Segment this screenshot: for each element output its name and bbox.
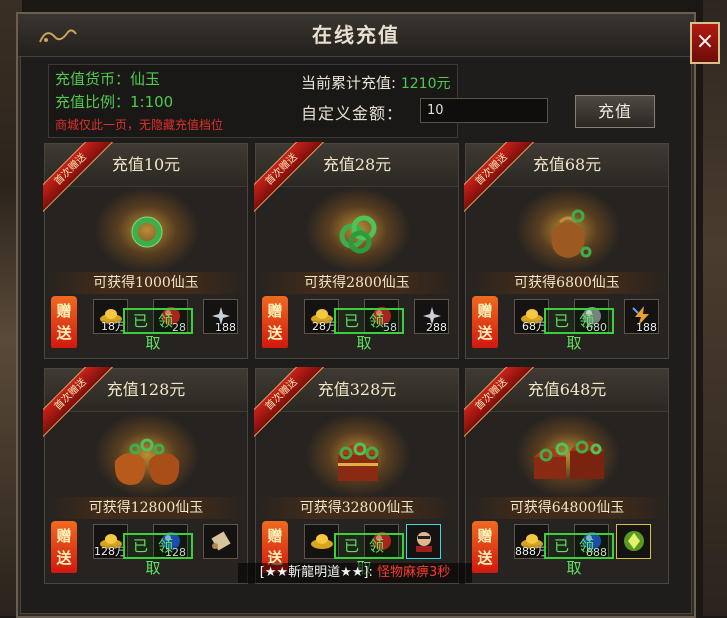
- gift-badge: 赠送: [51, 521, 77, 573]
- card-header: 充值328元: [256, 369, 458, 412]
- total-recharge-value: 1210元: [400, 76, 451, 92]
- scroll-icon: [209, 530, 233, 552]
- card-gain-text: 可获得2800仙玉: [256, 272, 458, 294]
- notice-prefix: [★★斬龍明道★★]:: [259, 565, 373, 580]
- card-gain-text: 可获得64800仙玉: [466, 497, 668, 519]
- reward-slot-scroll[interactable]: [203, 524, 238, 559]
- title-bar[interactable]: 在线充值: [18, 14, 694, 57]
- jade-bags-icon: [105, 415, 189, 495]
- currency-text: 充值货币：仙玉: [55, 70, 161, 88]
- claimed-stamp: 已领取: [544, 533, 614, 577]
- custom-amount-input[interactable]: [420, 98, 548, 123]
- gift-badge: 赠送: [472, 521, 498, 573]
- card-title: 充值68元: [532, 155, 602, 174]
- warning-text: 商城仅此一页，无隐藏充值档位: [55, 118, 224, 132]
- claimed-stamp: 已领取: [334, 308, 404, 352]
- gift-badge: 赠送: [51, 296, 77, 348]
- jade-ring-icon: [105, 190, 189, 270]
- treasure-chest-icon: [316, 415, 400, 495]
- claimed-stamp: 已领取: [123, 308, 193, 352]
- recharge-card-328[interactable]: 充值328元 首次赠送 可获得32800仙玉 赠送 已领取: [254, 367, 459, 584]
- reward-slot-character[interactable]: [406, 524, 441, 559]
- card-header: 充值10元: [45, 144, 247, 187]
- card-title: 充值128元: [106, 380, 186, 399]
- gold-ingot-icon: [310, 530, 334, 552]
- reward-slot-sparkle[interactable]: 188: [203, 299, 238, 334]
- background-scenery-right: [703, 0, 727, 616]
- recharge-card-10[interactable]: 充值10元 首次赠送 可获得1000仙玉 赠送 18万 28 188 已领取: [43, 142, 248, 359]
- jade-bag-icon: [526, 190, 610, 270]
- card-header: 充值128元: [45, 369, 247, 412]
- gift-badge: 赠送: [472, 296, 498, 348]
- reward-slot-gem[interactable]: [616, 524, 651, 559]
- recharge-card-648[interactable]: 充值648元 首次赠送 可获得64800仙玉 赠送 888万 888 已领取: [464, 367, 669, 584]
- card-gain-text: 可获得1000仙玉: [45, 272, 247, 294]
- reward-count: 188: [215, 321, 236, 334]
- reward-count: 288: [426, 321, 447, 334]
- claimed-stamp: 已领取: [123, 533, 193, 577]
- reward-count: 888万: [515, 545, 547, 558]
- recharge-card-28[interactable]: 充值28元 首次赠送 可获得2800仙玉 赠送 28万 58 288 已领取: [254, 142, 459, 359]
- card-gain-text: 可获得6800仙玉: [466, 272, 668, 294]
- reward-slot-lightning[interactable]: 188: [624, 299, 659, 334]
- total-recharge-label: 当前累计充值:: [301, 74, 397, 92]
- total-recharge-row: 当前累计充值: 1210元: [301, 72, 450, 93]
- jade-rings-icon: [316, 190, 400, 270]
- reward-count: 188: [636, 321, 657, 334]
- card-title: 充值28元: [322, 155, 392, 174]
- claimed-stamp: 已领取: [544, 308, 614, 352]
- recharge-button[interactable]: 充值: [575, 95, 655, 128]
- gift-badge: 赠送: [262, 296, 288, 348]
- card-gain-text: 可获得12800仙玉: [45, 497, 247, 519]
- card-gain-text: 可获得32800仙玉: [256, 497, 458, 519]
- treasure-chests-icon: [526, 415, 610, 495]
- card-header: 充值28元: [256, 144, 458, 187]
- system-notice: [★★斬龍明道★★]: 怪物麻痹3秒: [238, 563, 472, 583]
- window-title: 在线充值: [312, 23, 400, 47]
- card-title: 充值328元: [317, 380, 397, 399]
- card-title: 充值10元: [111, 155, 181, 174]
- claimed-stamp: 已领取: [334, 533, 404, 577]
- recharge-card-68[interactable]: 充值68元 首次赠送 可获得6800仙玉 赠送 68万 680 188 已领取: [464, 142, 669, 359]
- close-button[interactable]: ×: [690, 22, 720, 64]
- notice-text: 怪物麻痹3秒: [377, 565, 451, 580]
- card-header: 充值648元: [466, 369, 668, 412]
- recharge-card-128[interactable]: 充值128元 首次赠送 可获得12800仙玉 赠送 128万 128 已领取: [43, 367, 248, 584]
- card-title: 充值648元: [527, 380, 607, 399]
- reward-slot-sparkle[interactable]: 288: [414, 299, 449, 334]
- reward-count: 128万: [94, 545, 126, 558]
- ratio-text: 充值比例：1:100: [55, 93, 174, 111]
- character-portrait-icon: [412, 530, 436, 552]
- glowing-gem-icon: [622, 530, 646, 552]
- card-header: 充值68元: [466, 144, 668, 187]
- custom-amount-label: 自定义金额：: [301, 104, 404, 123]
